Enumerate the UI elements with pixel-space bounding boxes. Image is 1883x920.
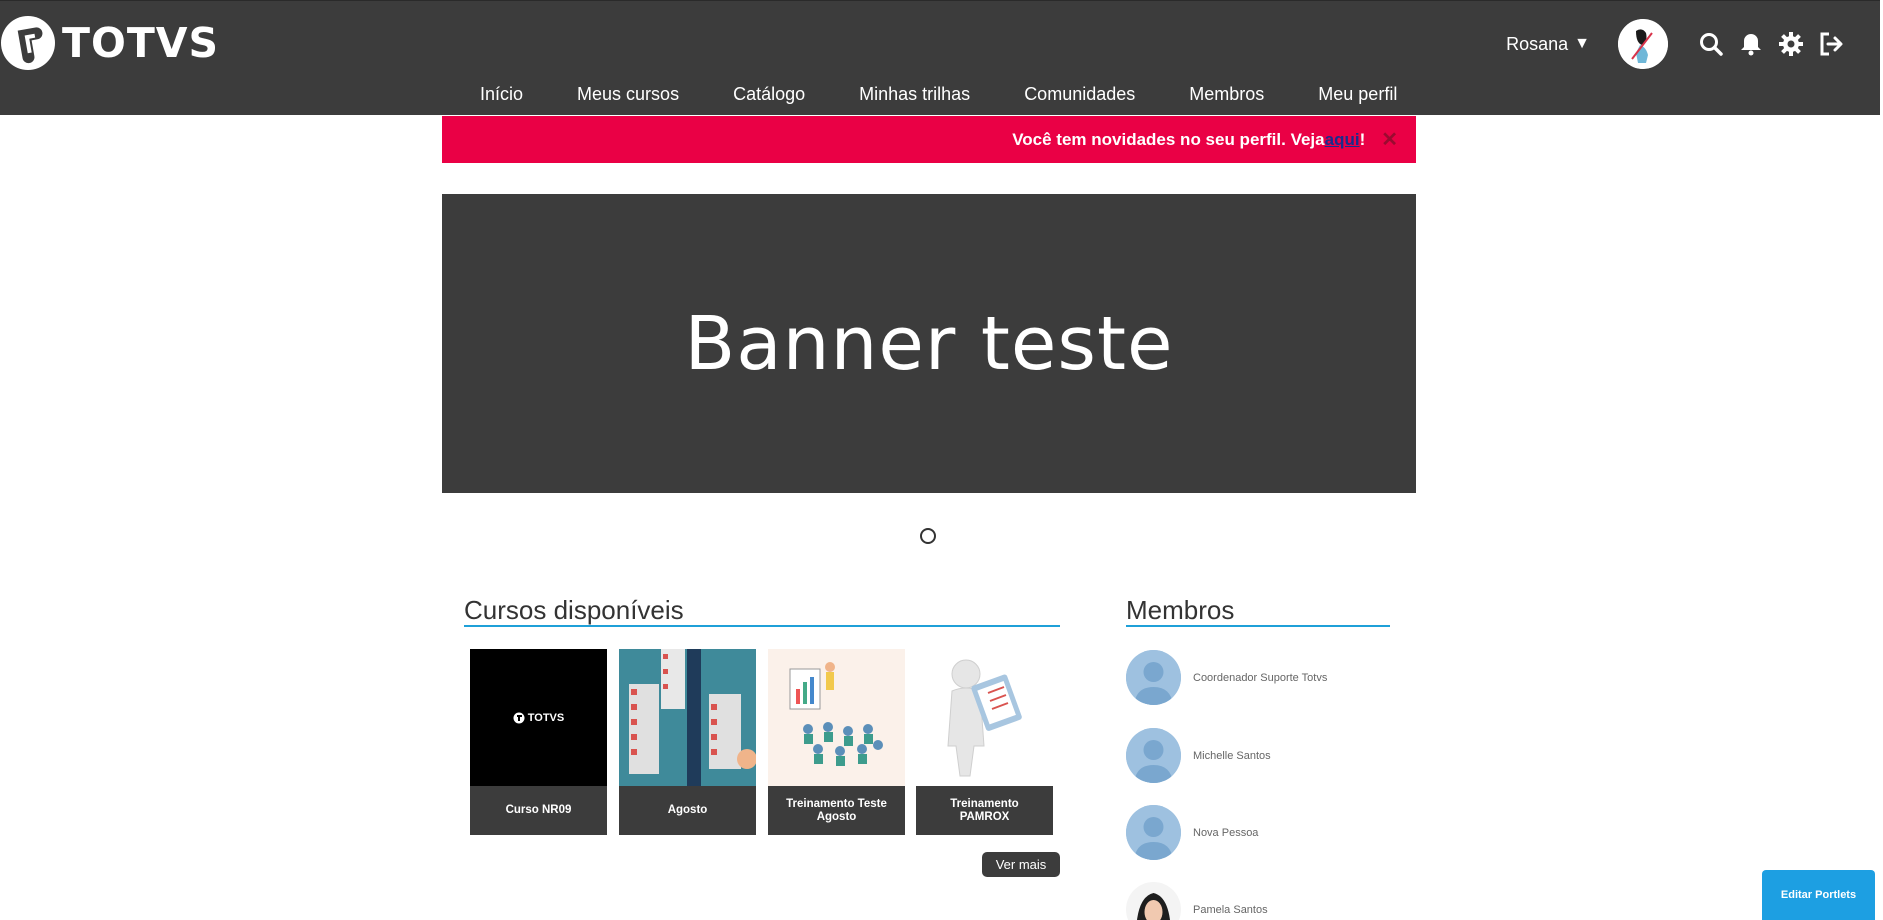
user-menu-toggle[interactable]: Rosana ▼ <box>1506 34 1590 55</box>
member-name: Michelle Santos <box>1193 749 1271 762</box>
nav-item-catalogo[interactable]: Catálogo <box>733 84 805 105</box>
courses-section-divider <box>464 625 1060 627</box>
avatar <box>1126 805 1181 860</box>
course-card-treinamento-pamrox[interactable]: Treinamento PAMROX <box>916 649 1053 835</box>
bell-icon[interactable] <box>1736 29 1766 59</box>
member-name: Coordenador Suporte Totvs <box>1193 671 1328 684</box>
course-label: Treinamento Teste Agosto <box>786 797 887 823</box>
user-photo-icon <box>1126 882 1181 920</box>
course-card-agosto[interactable]: Agosto <box>619 649 756 835</box>
search-icon[interactable] <box>1696 29 1726 59</box>
course-thumbnail <box>768 649 905 786</box>
course-thumbnail: TOTVS <box>470 649 607 786</box>
user-placeholder-icon <box>1126 805 1181 860</box>
nav-item-minhas-trilhas[interactable]: Minhas trilhas <box>859 84 970 105</box>
user-name: Rosana <box>1506 33 1569 54</box>
course-label: Agosto <box>667 804 708 816</box>
gear-icon[interactable] <box>1776 29 1806 59</box>
nav-item-meu-perfil[interactable]: Meu perfil <box>1318 84 1397 105</box>
hero-banner[interactable]: Banner teste <box>442 194 1416 493</box>
totvs-logo[interactable]: TOTVS <box>0 15 219 71</box>
avatar-illustration-icon <box>1618 19 1668 69</box>
avatar <box>1126 728 1181 783</box>
course-thumb-text: TOTVS <box>527 711 565 724</box>
notice-suffix: ! <box>1359 129 1366 149</box>
close-icon[interactable]: ✕ <box>1381 127 1398 152</box>
notice-text: Você tem novidades no seu perfil. Veja <box>1012 129 1325 149</box>
top-navbar: TOTVS Rosana ▼ Início Meus cursos Catálo… <box>0 0 1880 115</box>
logout-icon[interactable] <box>1816 29 1846 59</box>
avatar <box>1126 650 1181 705</box>
checklist-illustration-icon <box>619 649 756 786</box>
member-item[interactable]: Nova Pessoa <box>1126 805 1258 860</box>
member-name: Nova Pessoa <box>1193 826 1259 839</box>
carousel-dot[interactable] <box>920 528 936 544</box>
see-more-button[interactable]: Ver mais <box>982 852 1060 877</box>
member-item[interactable]: Michelle Santos <box>1126 728 1271 783</box>
banner-title: Banner teste <box>684 300 1174 387</box>
totvs-logo-icon <box>1 16 55 70</box>
members-section-divider <box>1126 625 1390 627</box>
nav-item-inicio[interactable]: Início <box>480 84 523 105</box>
main-nav: Início Meus cursos Catálogo Minhas trilh… <box>480 81 1451 107</box>
courses-section-title: Cursos disponíveis <box>464 595 684 625</box>
course-card-treinamento-teste-agosto[interactable]: Treinamento Teste Agosto <box>768 649 905 835</box>
member-name: Pamela Santos <box>1193 903 1268 916</box>
caret-down-icon: ▼ <box>1574 35 1590 52</box>
user-placeholder-icon <box>1126 728 1181 783</box>
edit-portlets-button[interactable]: Editar Portlets <box>1762 870 1875 920</box>
nav-item-membros[interactable]: Membros <box>1189 84 1264 105</box>
user-placeholder-icon <box>1126 650 1181 705</box>
course-label: Treinamento PAMROX <box>950 797 1019 823</box>
course-thumbnail <box>916 649 1053 786</box>
course-thumbnail <box>619 649 756 786</box>
user-area: Rosana ▼ <box>1506 19 1846 69</box>
course-card-curso-nr09[interactable]: TOTVS Curso NR09 <box>470 649 607 835</box>
member-item[interactable]: Pamela Santos <box>1126 882 1268 920</box>
profile-notice-bar: Você tem novidades no seu perfil. Veja a… <box>442 116 1416 163</box>
notice-link[interactable]: aqui <box>1325 130 1360 150</box>
figure-with-clipboard-icon <box>916 649 1053 786</box>
nav-item-meus-cursos[interactable]: Meus cursos <box>577 84 679 105</box>
avatar <box>1126 882 1181 920</box>
user-avatar[interactable] <box>1618 19 1668 69</box>
brand-name: TOTVS <box>62 19 220 67</box>
totvs-logo-icon <box>513 712 525 723</box>
members-section-title: Membros <box>1126 595 1235 625</box>
nav-item-comunidades[interactable]: Comunidades <box>1024 84 1135 105</box>
member-item[interactable]: Coordenador Suporte Totvs <box>1126 650 1327 705</box>
course-label: Curso NR09 <box>505 804 572 816</box>
classroom-illustration-icon <box>768 649 905 786</box>
